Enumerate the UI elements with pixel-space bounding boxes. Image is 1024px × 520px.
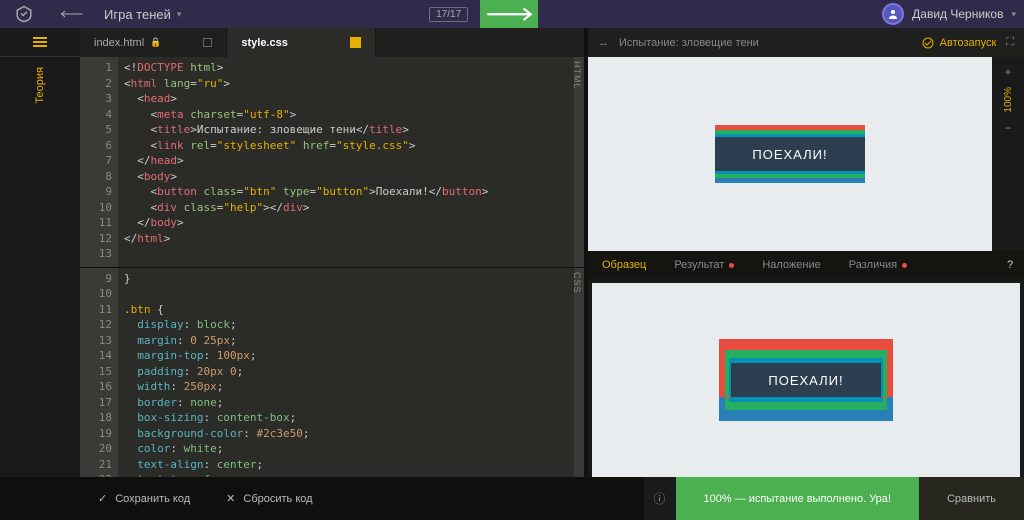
task-title: Испытание: зловещие тени: [619, 37, 759, 49]
tab-result[interactable]: Результат: [660, 251, 748, 279]
menu-icon[interactable]: [0, 28, 80, 57]
status-text: 100% — испытание выполнено. Ура!: [676, 477, 919, 520]
avatar: [882, 3, 904, 25]
compare-button[interactable]: Сравнить: [919, 477, 1024, 520]
file-tabs: index.html 🔒 style.css: [80, 28, 584, 57]
preview-header: ↔ Испытание: зловещие тени Автозапуск ⛶: [588, 28, 1024, 57]
dot-icon: [729, 263, 734, 268]
tab-diff[interactable]: Различия: [835, 251, 921, 279]
footer: ✓ Сохранить код ✕ Сбросить код ⓘ 100% — …: [0, 477, 1024, 520]
tab-style-css[interactable]: style.css: [227, 28, 375, 57]
user-menu[interactable]: Давид Черников ▾: [882, 3, 1016, 25]
editor-column: index.html 🔒 style.css HTML 123456789101…: [80, 28, 584, 477]
square-icon: [203, 38, 212, 47]
autorun-toggle[interactable]: Автозапуск: [922, 37, 997, 49]
resize-icon[interactable]: ↔: [598, 37, 609, 49]
tab-index-html[interactable]: index.html 🔒: [80, 28, 227, 57]
expand-icon[interactable]: ⛶: [1006, 36, 1014, 49]
back-button[interactable]: [52, 9, 92, 19]
zoom-out[interactable]: −: [1004, 121, 1011, 135]
next-button[interactable]: [480, 0, 538, 28]
html-editor[interactable]: HTML 12345678910111213 <!DOCTYPE html> <…: [80, 57, 584, 268]
course-dropdown[interactable]: Игра теней ▾: [104, 7, 181, 22]
save-button[interactable]: ✓ Сохранить код: [80, 477, 208, 520]
html-gutter: 12345678910111213: [80, 57, 118, 267]
reset-button[interactable]: ✕ Сбросить код: [208, 477, 330, 520]
preview-canvas: ПОЕХАЛИ!: [588, 57, 992, 251]
active-marker-icon: [350, 37, 361, 48]
top-bar: Игра теней ▾ 17/17 Давид Черников ▾: [0, 0, 1024, 28]
html-code: <!DOCTYPE html> <html lang="ru"> <head> …: [118, 57, 574, 267]
css-gutter: 91011121314151617181920212223242526: [80, 268, 118, 478]
main-area: Теория index.html 🔒 style.css HTML 12345…: [0, 28, 1024, 477]
preview-area: ПОЕХАЛИ! + 100% −: [588, 57, 1024, 251]
info-icon[interactable]: ⓘ: [644, 477, 676, 520]
preview-button: ПОЕХАЛИ!: [715, 137, 865, 171]
html-label: HTML: [572, 61, 582, 90]
preview-column: ↔ Испытание: зловещие тени Автозапуск ⛶ …: [584, 28, 1024, 477]
left-sidebar: Теория: [0, 28, 80, 477]
logo-icon[interactable]: [8, 0, 40, 28]
dot-icon: [902, 263, 907, 268]
css-editor[interactable]: CSS 91011121314151617181920212223242526 …: [80, 268, 584, 478]
tab-sample[interactable]: Образец: [588, 251, 660, 279]
progress-badge: 17/17: [429, 7, 468, 22]
user-name-label: Давид Черников: [912, 7, 1003, 21]
css-code: } .btn { display: block; margin: 0 25px;…: [118, 268, 574, 478]
chevron-down-icon: ▾: [1011, 9, 1016, 20]
lock-icon: 🔒: [150, 37, 161, 48]
chevron-down-icon: ▾: [177, 9, 182, 20]
sample-button: ПОЕХАЛИ!: [731, 363, 881, 397]
theory-tab[interactable]: Теория: [34, 57, 46, 114]
zoom-controls: + 100% −: [992, 57, 1024, 251]
zoom-level: 100%: [1003, 87, 1014, 113]
sample-canvas: ПОЕХАЛИ!: [592, 283, 1020, 477]
tab-overlay[interactable]: Наложение: [748, 251, 834, 279]
result-tabs: Образец Результат Наложение Различия ?: [588, 251, 1024, 279]
check-icon: ✓: [98, 492, 107, 505]
scrollbar[interactable]: [574, 268, 584, 478]
course-title-label: Игра теней: [104, 7, 171, 22]
css-label: CSS: [572, 272, 582, 294]
close-icon: ✕: [226, 492, 235, 505]
help-icon[interactable]: ?: [996, 259, 1024, 271]
zoom-in[interactable]: +: [1004, 65, 1011, 79]
